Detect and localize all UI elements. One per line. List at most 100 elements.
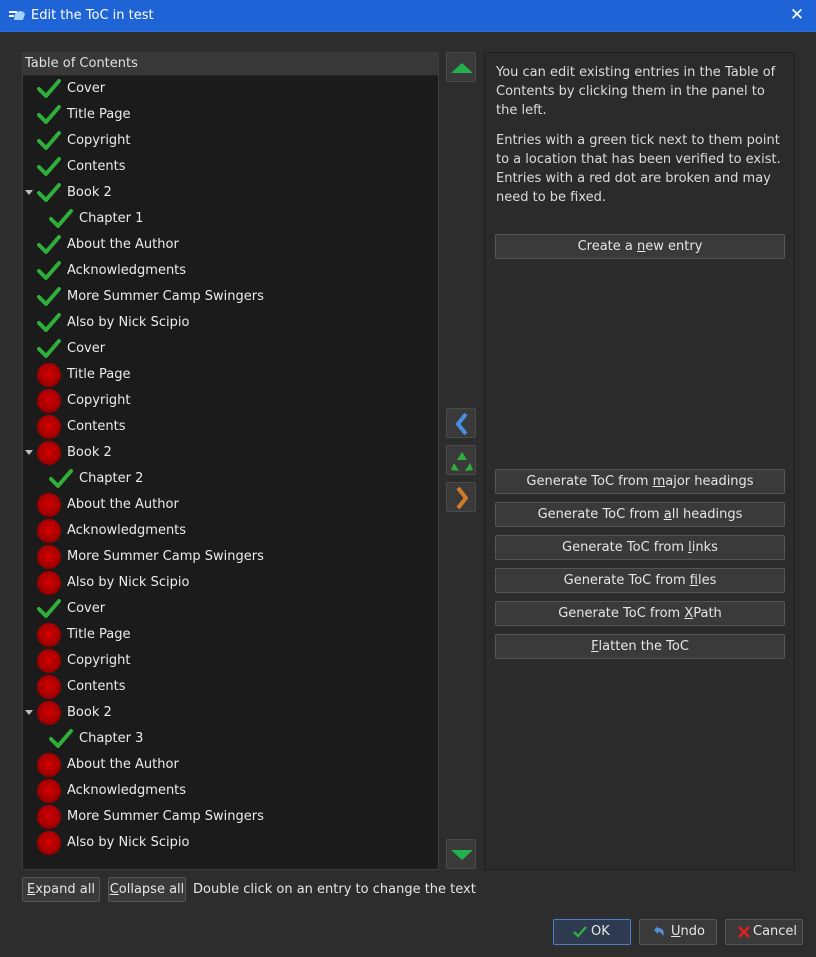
toc-entry[interactable]: Book 2 [23, 180, 438, 206]
toc-entry[interactable]: Contents [23, 154, 438, 180]
toc-entry[interactable]: More Summer Camp Swingers [23, 544, 438, 570]
toc-entry[interactable]: Contents [23, 414, 438, 440]
move-up-button[interactable] [446, 52, 476, 82]
green-tick-icon [37, 285, 61, 309]
red-dot-icon [37, 363, 61, 387]
links-label: Generate ToC from [562, 540, 689, 555]
toc-entry[interactable]: Acknowledgments [23, 258, 438, 284]
chevron-right-icon [456, 486, 468, 510]
create-entry-button[interactable]: Create a new entry [495, 234, 785, 259]
red-dot-icon [37, 675, 61, 699]
info-paragraph-edit: You can edit existing entries in the Tab… [496, 65, 776, 118]
undo-button[interactable]: Undo [639, 919, 717, 945]
toc-entry[interactable]: Chapter 3 [23, 726, 438, 752]
tree-header: Table of Contents [23, 53, 438, 76]
delete-button[interactable] [446, 445, 476, 475]
toc-entry[interactable]: Cover [23, 596, 438, 622]
toc-entry[interactable]: Also by Nick Scipio [23, 570, 438, 596]
files-label: Generate ToC from [563, 573, 690, 588]
toc-entry-label: Contents [67, 419, 126, 434]
cancel-button[interactable]: Cancel [725, 919, 803, 945]
toc-entry-label: Acknowledgments [67, 263, 187, 278]
generate-major-headings-button[interactable]: Generate ToC from major headings [495, 469, 785, 494]
toc-entry[interactable]: Chapter 1 [23, 206, 438, 232]
toc-entry-label: Book 2 [67, 185, 112, 200]
flatten-label-rest: latten the ToC [598, 639, 689, 654]
toc-entry[interactable]: Title Page [23, 362, 438, 388]
toc-entry[interactable]: Book 2 [23, 440, 438, 466]
info-text: You can edit existing entries in the Tab… [496, 63, 786, 218]
toc-entry[interactable]: Acknowledgments [23, 778, 438, 804]
expand-arrow-icon[interactable] [25, 450, 33, 455]
generate-links-button[interactable]: Generate ToC from links [495, 535, 785, 560]
red-dot-icon [37, 389, 61, 413]
flatten-toc-button[interactable]: Flatten the ToC [495, 634, 785, 659]
move-down-button[interactable] [446, 839, 476, 869]
green-tick-icon [37, 233, 61, 257]
toc-entry[interactable]: Copyright [23, 128, 438, 154]
red-dot-icon [37, 831, 61, 855]
cancel-x-icon [738, 926, 750, 938]
expand-arrow-icon[interactable] [25, 710, 33, 715]
toc-entry[interactable]: Chapter 2 [23, 466, 438, 492]
close-icon[interactable]: ✕ [787, 5, 807, 25]
collapse-mnemonic: C [109, 882, 119, 897]
toc-entry-label: About the Author [67, 497, 179, 512]
green-tick-icon [37, 311, 61, 335]
toc-entry[interactable]: Title Page [23, 622, 438, 648]
all-mnemonic: a [663, 507, 672, 522]
green-tick-icon [37, 129, 61, 153]
create-entry-label: Create a [577, 239, 638, 254]
collapse-all-button[interactable]: Collapse all [108, 877, 186, 902]
undo-label-rest: ndo [680, 924, 705, 939]
toc-entry[interactable]: Copyright [23, 648, 438, 674]
arrow-up-icon [451, 63, 473, 73]
actions-panel: You can edit existing entries in the Tab… [484, 52, 795, 870]
toc-entry[interactable]: About the Author [23, 752, 438, 778]
info-paragraph-status: Entries with a green tick next to them p… [496, 133, 781, 205]
green-tick-icon [37, 103, 61, 127]
toc-entry[interactable]: Acknowledgments [23, 518, 438, 544]
toc-entry-label: Contents [67, 159, 126, 174]
generate-all-headings-button[interactable]: Generate ToC from all headings [495, 502, 785, 527]
expand-all-button[interactable]: Expand all [22, 877, 100, 902]
toc-entry[interactable]: About the Author [23, 232, 438, 258]
generate-files-button[interactable]: Generate ToC from files [495, 568, 785, 593]
flatten-mnemonic: F [591, 639, 599, 654]
hint-text: Double click on an entry to change the t… [193, 882, 476, 897]
indent-right-button[interactable] [446, 482, 476, 512]
toc-entry[interactable]: More Summer Camp Swingers [23, 804, 438, 830]
toc-entry[interactable]: About the Author [23, 492, 438, 518]
toc-entry[interactable]: Title Page [23, 102, 438, 128]
toc-entry-label: Cover [67, 601, 106, 616]
indent-left-button[interactable] [446, 408, 476, 438]
toc-entry-label: Acknowledgments [67, 783, 187, 798]
expand-arrow-icon[interactable] [25, 190, 33, 195]
toc-entry-label: Copyright [67, 133, 131, 148]
toc-entry-label: Copyright [67, 393, 131, 408]
toc-entry-label: Also by Nick Scipio [67, 835, 190, 850]
toc-entry[interactable]: Also by Nick Scipio [23, 310, 438, 336]
expand-label: xpand all [35, 882, 95, 897]
green-tick-icon [37, 597, 61, 621]
toc-entry-label: Chapter 2 [79, 471, 144, 486]
toc-entry[interactable]: Cover [23, 76, 438, 102]
toc-entry[interactable]: More Summer Camp Swingers [23, 284, 438, 310]
red-dot-icon [37, 519, 61, 543]
toc-entry-label: More Summer Camp Swingers [67, 549, 264, 564]
ok-button[interactable]: OK [553, 919, 631, 945]
xpath-label: Generate ToC from [558, 606, 685, 621]
tree-rows: Cover Title Page Copyright Contents Book 2 Ch… [23, 76, 438, 856]
toc-entry[interactable]: Copyright [23, 388, 438, 414]
create-entry-label-rest: ew entry [645, 239, 703, 254]
generate-xpath-button[interactable]: Generate ToC from XPath [495, 601, 785, 626]
toc-entry[interactable]: Book 2 [23, 700, 438, 726]
red-dot-icon [37, 623, 61, 647]
toc-entry-label: About the Author [67, 237, 179, 252]
arrow-down-icon [451, 850, 473, 860]
toc-tree[interactable]: Table of Contents Cover Title Page Copyrig… [22, 52, 439, 870]
toc-entry[interactable]: Contents [23, 674, 438, 700]
toc-entry[interactable]: Cover [23, 336, 438, 362]
green-tick-icon [49, 207, 73, 231]
toc-entry[interactable]: Also by Nick Scipio [23, 830, 438, 856]
